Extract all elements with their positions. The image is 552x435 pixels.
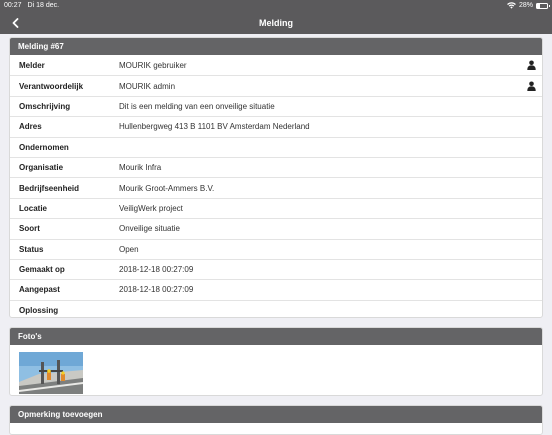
detail-row: Adres Hullenbergweg 413 B 1101 BV Amsterd…	[10, 116, 542, 136]
comment-header: Opmerking toevoegen	[10, 406, 542, 423]
status-bar: 00:27 Di 18 dec. 28%	[0, 0, 552, 11]
detail-label: Verantwoordelijk	[19, 81, 84, 91]
detail-row: Locatie VeiligWerk project	[10, 197, 542, 218]
page-title: Melding	[259, 17, 293, 28]
status-right: 28%	[507, 2, 550, 9]
battery-fill	[537, 3, 540, 8]
battery-icon	[536, 2, 550, 9]
detail-label: Adres	[19, 122, 42, 132]
detail-row: Aangepast 2018-12-18 00:27:09	[10, 279, 542, 299]
detail-value: 2018-12-18 00:27:09	[119, 285, 194, 295]
detail-value: VeiligWerk project	[119, 203, 183, 213]
detail-label: Bedrijfseenheid	[19, 183, 80, 193]
detail-row: Oplossing	[10, 299, 542, 317]
detail-label: Soort	[19, 224, 40, 234]
detail-label: Gemaakt op	[19, 265, 65, 275]
detail-label: Locatie	[19, 203, 48, 213]
user-icon[interactable]	[527, 81, 536, 92]
photo-thumbnail[interactable]	[19, 352, 83, 394]
detail-row: Status Open	[10, 238, 542, 259]
detail-row: Melder MOURIK gebruiker	[10, 55, 542, 75]
detail-row: Verantwoordelijk MOURIK admin	[10, 75, 542, 95]
photos-header: Foto's	[10, 328, 542, 345]
photos-content	[10, 345, 542, 395]
detail-label: Ondernomen	[19, 142, 69, 152]
detail-row: Gemaakt op 2018-12-18 00:27:09	[10, 258, 542, 279]
detail-label: Status	[19, 244, 44, 254]
details-panel: Melding #67 Melder MOURIK gebruiker Verant…	[9, 37, 543, 318]
photo-image	[19, 352, 83, 394]
details-list: Melder MOURIK gebruiker Verantwoordelijk MO…	[10, 55, 542, 317]
status-time: 00:27	[4, 2, 22, 9]
detail-row: Ondernomen	[10, 136, 542, 157]
detail-label: Melder	[19, 60, 45, 70]
detail-row: Omschrijving Dit is een melding van een o…	[10, 95, 542, 116]
detail-value: Mourik Groot-Ammers B.V.	[119, 183, 215, 193]
back-button[interactable]	[8, 14, 22, 31]
detail-value: Hullenbergweg 413 B 1101 BV Amsterdam Ne…	[119, 122, 310, 132]
details-header: Melding #67	[10, 38, 542, 55]
chevron-left-icon	[12, 17, 18, 28]
detail-value: Mourik Infra	[119, 163, 162, 173]
detail-label: Omschrijving	[19, 101, 71, 111]
navigation-bar: Melding	[0, 11, 552, 34]
detail-value: MOURIK gebruiker	[119, 60, 187, 70]
detail-row: Soort Onveilige situatie	[10, 218, 542, 238]
detail-label: Organisatie	[19, 163, 64, 173]
photos-panel: Foto's	[9, 327, 543, 396]
wifi-icon	[507, 2, 516, 9]
detail-value: 2018-12-18 00:27:09	[119, 265, 194, 275]
user-icon[interactable]	[527, 60, 536, 70]
detail-row: Organisatie Mourik Infra	[10, 156, 542, 177]
detail-row: Bedrijfseenheid Mourik Groot-Ammers B.V.	[10, 177, 542, 197]
detail-value: Dit is een melding van een onveilige sit…	[119, 101, 275, 111]
status-date: Di 18 dec.	[27, 2, 60, 9]
detail-label: Oplossing	[19, 305, 59, 315]
detail-value: MOURIK admin	[119, 81, 176, 91]
detail-value: Open	[119, 244, 139, 254]
detail-label: Aangepast	[19, 285, 60, 295]
battery-percent: 28%	[518, 2, 533, 9]
detail-value: Onveilige situatie	[119, 224, 180, 234]
comment-panel: Opmerking toevoegen	[9, 405, 543, 435]
